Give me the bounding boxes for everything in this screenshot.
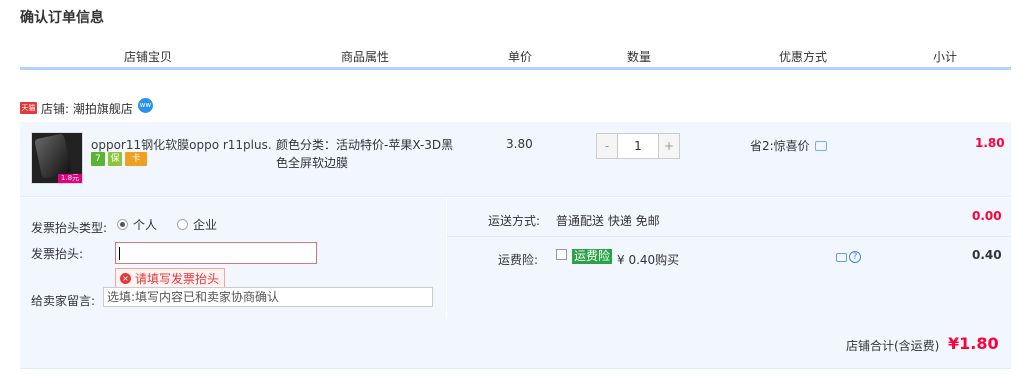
invoice-type-label: 发票抬头类型: bbox=[31, 221, 108, 235]
col-header-item: 店铺宝贝 bbox=[123, 50, 172, 64]
text-caret bbox=[119, 247, 120, 260]
seller-message-label: 给卖家留言: bbox=[31, 294, 96, 308]
guarantee-icon[interactable]: 保 bbox=[108, 152, 122, 166]
item-row bbox=[20, 122, 1011, 197]
item-title-link[interactable]: oppor11钢化软膜oppo r11plus... bbox=[91, 136, 271, 153]
promo-method: 省2:惊喜价 bbox=[750, 137, 827, 154]
invoice-error-tip: × 请填写发票抬头 bbox=[115, 268, 226, 289]
qty-plus-button[interactable]: + bbox=[658, 133, 680, 159]
radio-company[interactable] bbox=[177, 219, 188, 230]
phone-image bbox=[34, 133, 72, 179]
invoice-type-company[interactable]: 企业 bbox=[177, 216, 217, 233]
col-header-qty: 数量 bbox=[626, 50, 651, 64]
help-icon[interactable]: ? bbox=[849, 251, 861, 263]
invoice-error-text: 请填写发票抬头 bbox=[135, 272, 220, 286]
col-header-promo: 优惠方式 bbox=[778, 50, 827, 64]
insurance-icons: ? bbox=[836, 251, 861, 263]
col-header-subtotal: 小计 bbox=[932, 50, 957, 64]
service-badges: 7 保 卡 bbox=[91, 152, 147, 166]
insurance-price: ¥ 0.40购买 bbox=[617, 253, 680, 267]
qty-minus-button[interactable]: - bbox=[596, 133, 618, 159]
radio-personal[interactable] bbox=[117, 219, 128, 230]
shop-name-link[interactable]: 店铺: 潮拍旗舰店 bbox=[41, 100, 133, 117]
thumb-price-tag: 1.8元 bbox=[58, 174, 82, 183]
seven-day-return-icon[interactable]: 7 bbox=[91, 152, 105, 166]
insurance-tag: 运费险 bbox=[572, 249, 613, 264]
invoice-type-personal[interactable]: 个人 bbox=[117, 216, 157, 233]
insurance-label: 运费险: bbox=[498, 253, 539, 267]
shipping-method-value: 普通配送 快递 免邮 bbox=[556, 214, 660, 228]
item-subtotal: 1.80 bbox=[975, 136, 1005, 150]
seller-message-input[interactable]: 选填:填写内容已和卖家协商确认 bbox=[103, 287, 433, 307]
promo-text: 省2:惊喜价 bbox=[750, 139, 810, 153]
shipping-method-label: 运送方式: bbox=[488, 214, 541, 228]
invoice-head-input[interactable] bbox=[115, 242, 317, 264]
shop-row: 天猫 店铺: 潮拍旗舰店 ww bbox=[20, 97, 153, 117]
promo-comment-icon[interactable] bbox=[814, 140, 827, 151]
tmall-icon: 天猫 bbox=[20, 102, 37, 114]
insurance-comment-icon[interactable] bbox=[836, 252, 847, 262]
shipping-fee: 0.00 bbox=[972, 209, 1002, 223]
invoice-head-label: 发票抬头: bbox=[31, 247, 84, 261]
item-thumbnail[interactable]: 1.8元 bbox=[31, 132, 83, 184]
qty-input[interactable]: 1 bbox=[618, 133, 658, 159]
unit-price: 3.80 bbox=[506, 137, 533, 151]
page-title: 确认订单信息 bbox=[20, 10, 104, 26]
col-header-price: 单价 bbox=[507, 50, 532, 64]
error-icon: × bbox=[120, 273, 131, 284]
header-divider bbox=[20, 67, 1011, 70]
shop-total-value: ¥1.80 bbox=[948, 334, 999, 353]
shop-total-label: 店铺合计(含运费) bbox=[846, 339, 940, 353]
insurance-fee: 0.40 bbox=[972, 248, 1002, 262]
item-attribute: 颜色分类：活动特价-苹果X-3D黑色全屏软边膜 bbox=[276, 138, 454, 170]
credit-card-icon[interactable]: 卡 bbox=[125, 152, 147, 166]
radio-company-label: 企业 bbox=[193, 218, 218, 232]
col-header-attr: 商品属性 bbox=[340, 50, 389, 64]
quantity-stepper: - 1 + bbox=[596, 133, 680, 159]
radio-personal-label: 个人 bbox=[133, 218, 158, 232]
shipping-divider bbox=[447, 236, 1011, 237]
insurance-checkbox[interactable] bbox=[556, 249, 567, 260]
wangwang-chat-icon[interactable]: ww bbox=[137, 97, 153, 113]
